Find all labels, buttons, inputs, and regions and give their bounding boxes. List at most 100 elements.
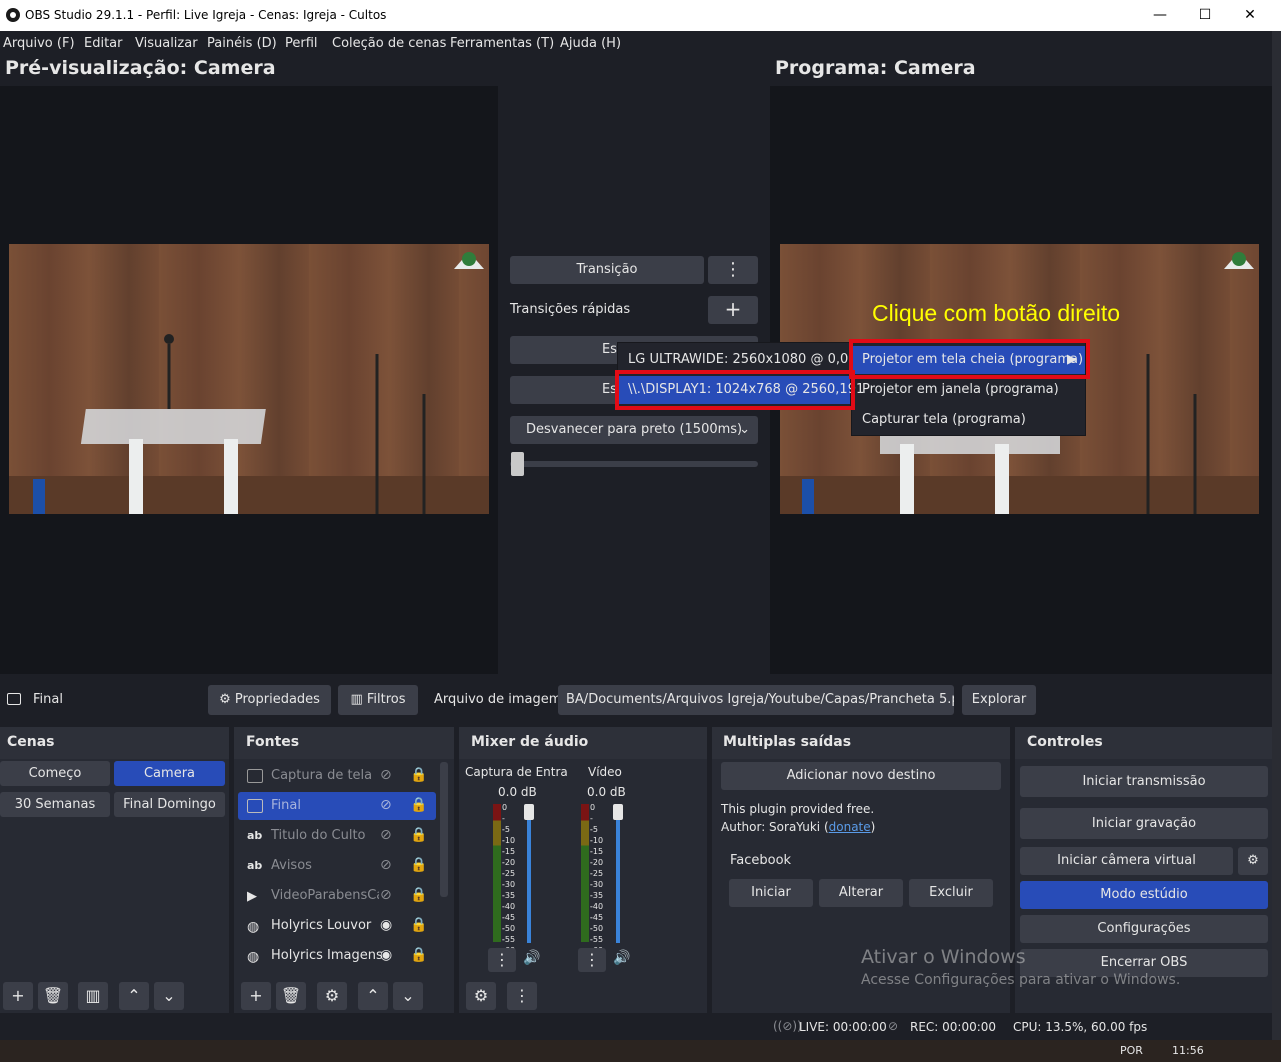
- virtualcam-settings-icon[interactable]: ⚙: [1238, 847, 1268, 875]
- taskbar: POR 11:56: [0, 1040, 1281, 1062]
- close-button[interactable]: ✕: [1227, 0, 1273, 31]
- lock-icon[interactable]: 🔒: [410, 887, 427, 903]
- channel-menu-icon[interactable]: ⋮: [488, 948, 516, 972]
- scene-camera[interactable]: Camera: [114, 761, 225, 786]
- menu-perfil[interactable]: Perfil: [285, 36, 318, 51]
- menu-editar[interactable]: Editar: [84, 36, 123, 51]
- lock-icon[interactable]: 🔒: [410, 797, 427, 813]
- mixer-menu-icon[interactable]: ⋮: [507, 982, 537, 1010]
- source-row-selected[interactable]: Final ⊘ 🔒: [238, 792, 436, 820]
- source-row[interactable]: ab Titulo do Culto ⊘ 🔒: [238, 822, 436, 850]
- activation-watermark-title: Ativar o Windows: [861, 946, 1026, 968]
- start-virtualcam-button[interactable]: Iniciar câmera virtual: [1020, 847, 1233, 875]
- start-recording-button[interactable]: Iniciar gravação: [1020, 808, 1268, 839]
- filters-button[interactable]: ▥ Filtros: [338, 685, 418, 715]
- display-capture-icon: [247, 769, 263, 783]
- audio-meter: [585, 804, 589, 942]
- add-source-icon[interactable]: +: [241, 982, 271, 1010]
- hidden-eye-icon[interactable]: ⊘: [380, 767, 392, 783]
- source-row[interactable]: ◍ Holyrics Louvor ◉ 🔒: [238, 912, 436, 940]
- transition-button[interactable]: Transição: [510, 256, 704, 284]
- lock-icon[interactable]: 🔒: [410, 767, 427, 783]
- start-destination-button[interactable]: Iniciar: [729, 879, 813, 907]
- eye-icon[interactable]: ◉: [380, 917, 392, 933]
- minimize-button[interactable]: —: [1137, 0, 1183, 31]
- scene-30-semanas[interactable]: 30 Semanas: [0, 792, 110, 817]
- source-label: Captura de tela: [271, 768, 373, 783]
- volume-slider[interactable]: [527, 815, 531, 943]
- volume-slider[interactable]: [616, 815, 620, 943]
- source-row[interactable]: ◍ Holyrics Imagens ◉ 🔒: [238, 942, 436, 970]
- hidden-eye-icon[interactable]: ⊘: [380, 887, 392, 903]
- taskbar-clock[interactable]: 11:56: [1172, 1044, 1204, 1057]
- mixer-title: Mixer de áudio: [471, 734, 589, 750]
- menu-ajuda[interactable]: Ajuda (H): [560, 36, 621, 51]
- transition-slider-handle[interactable]: [511, 452, 524, 476]
- menu-visualizar[interactable]: Visualizar: [135, 36, 198, 51]
- start-streaming-button[interactable]: Iniciar transmissão: [1020, 766, 1268, 797]
- source-label: Avisos: [271, 858, 312, 873]
- transition-more-icon[interactable]: ⋮: [708, 256, 758, 284]
- window-scrollbar[interactable]: [1272, 31, 1281, 1040]
- source-row[interactable]: Captura de tela ⊘ 🔒: [238, 762, 436, 790]
- channel-menu-icon[interactable]: ⋮: [578, 948, 606, 972]
- source-row[interactable]: ab Avisos ⊘ 🔒: [238, 852, 436, 880]
- add-scene-icon[interactable]: +: [3, 982, 33, 1010]
- volume-slider-handle[interactable]: [613, 804, 623, 820]
- edit-destination-button[interactable]: Alterar: [819, 879, 903, 907]
- source-up-icon[interactable]: ⌃: [358, 982, 388, 1010]
- status-bar: ((⊘)) LIVE: 00:00:00 ⊘ REC: 00:00:00 CPU…: [0, 1013, 1272, 1040]
- menu-screenshot[interactable]: Capturar tela (programa): [852, 406, 1085, 434]
- source-row[interactable]: ▶ VideoParabensCa ⊘ 🔒: [238, 882, 436, 910]
- text-source-icon: ab: [247, 859, 263, 872]
- menu-window-projector[interactable]: Projetor em janela (programa): [852, 376, 1085, 404]
- lock-icon[interactable]: 🔒: [410, 857, 427, 873]
- hidden-eye-icon[interactable]: ⊘: [380, 857, 392, 873]
- scene-down-icon[interactable]: ⌄: [154, 982, 184, 1010]
- volume-slider-handle[interactable]: [524, 804, 534, 820]
- lock-icon[interactable]: 🔒: [410, 827, 427, 843]
- menu-ferramentas[interactable]: Ferramentas (T): [450, 36, 554, 51]
- scene-filters-icon[interactable]: ▥: [78, 982, 108, 1010]
- speaker-icon[interactable]: 🔊: [613, 950, 630, 966]
- selected-source-name: Final: [33, 692, 63, 707]
- image-source-icon: [7, 693, 21, 705]
- lock-icon[interactable]: 🔒: [410, 947, 427, 963]
- source-label: Holyrics Imagens: [271, 948, 383, 963]
- preview-title: Pré-visualização: Camera: [5, 57, 276, 79]
- studio-mode-button[interactable]: Modo estúdio: [1020, 881, 1268, 909]
- hidden-eye-icon[interactable]: ⊘: [380, 797, 392, 813]
- add-quick-transition-icon[interactable]: +: [708, 296, 758, 324]
- source-down-icon[interactable]: ⌄: [393, 982, 423, 1010]
- browse-button[interactable]: Explorar: [962, 685, 1036, 715]
- source-label: VideoParabensCa: [271, 888, 379, 903]
- source-properties-icon[interactable]: ⚙: [317, 982, 347, 1010]
- transition-slider[interactable]: [510, 461, 758, 467]
- delete-source-icon[interactable]: 🗑: [276, 982, 306, 1010]
- scene-comeco[interactable]: Começo: [0, 761, 110, 786]
- audio-meter: [497, 804, 501, 942]
- delete-scene-icon[interactable]: 🗑: [38, 982, 68, 1010]
- menu-bar: Arquivo (F) Editar Visualizar Painéis (D…: [0, 31, 1272, 55]
- donate-link[interactable]: donate: [829, 820, 871, 834]
- properties-button[interactable]: ⚙ Propriedades: [208, 685, 331, 715]
- menu-paineis[interactable]: Painéis (D): [207, 36, 277, 51]
- lock-icon[interactable]: 🔒: [410, 917, 427, 933]
- menu-colecao-cenas[interactable]: Coleção de cenas: [332, 36, 446, 51]
- scene-up-icon[interactable]: ⌃: [119, 982, 149, 1010]
- mixer-settings-icon[interactable]: ⚙: [466, 982, 496, 1010]
- hidden-eye-icon[interactable]: ⊘: [380, 827, 392, 843]
- delete-destination-button[interactable]: Excluir: [909, 879, 993, 907]
- scene-final-domingo[interactable]: Final Domingo: [114, 792, 225, 817]
- settings-button[interactable]: Configurações: [1020, 915, 1268, 943]
- file-path-field[interactable]: BA/Documents/Arquivos Igreja/Youtube/Cap…: [558, 685, 954, 715]
- fade-black-select[interactable]: Desvanecer para preto (1500ms) ⌄: [510, 416, 758, 444]
- speaker-icon[interactable]: 🔊: [523, 950, 540, 966]
- taskbar-language[interactable]: POR: [1120, 1044, 1143, 1057]
- menu-arquivo[interactable]: Arquivo (F): [3, 36, 75, 51]
- maximize-button[interactable]: ☐: [1182, 0, 1228, 31]
- add-destination-button[interactable]: Adicionar novo destino: [721, 762, 1001, 790]
- sources-scrollbar[interactable]: [440, 762, 448, 897]
- eye-icon[interactable]: ◉: [380, 947, 392, 963]
- window-title: OBS Studio 29.1.1 - Perfil: Live Igreja …: [25, 8, 387, 22]
